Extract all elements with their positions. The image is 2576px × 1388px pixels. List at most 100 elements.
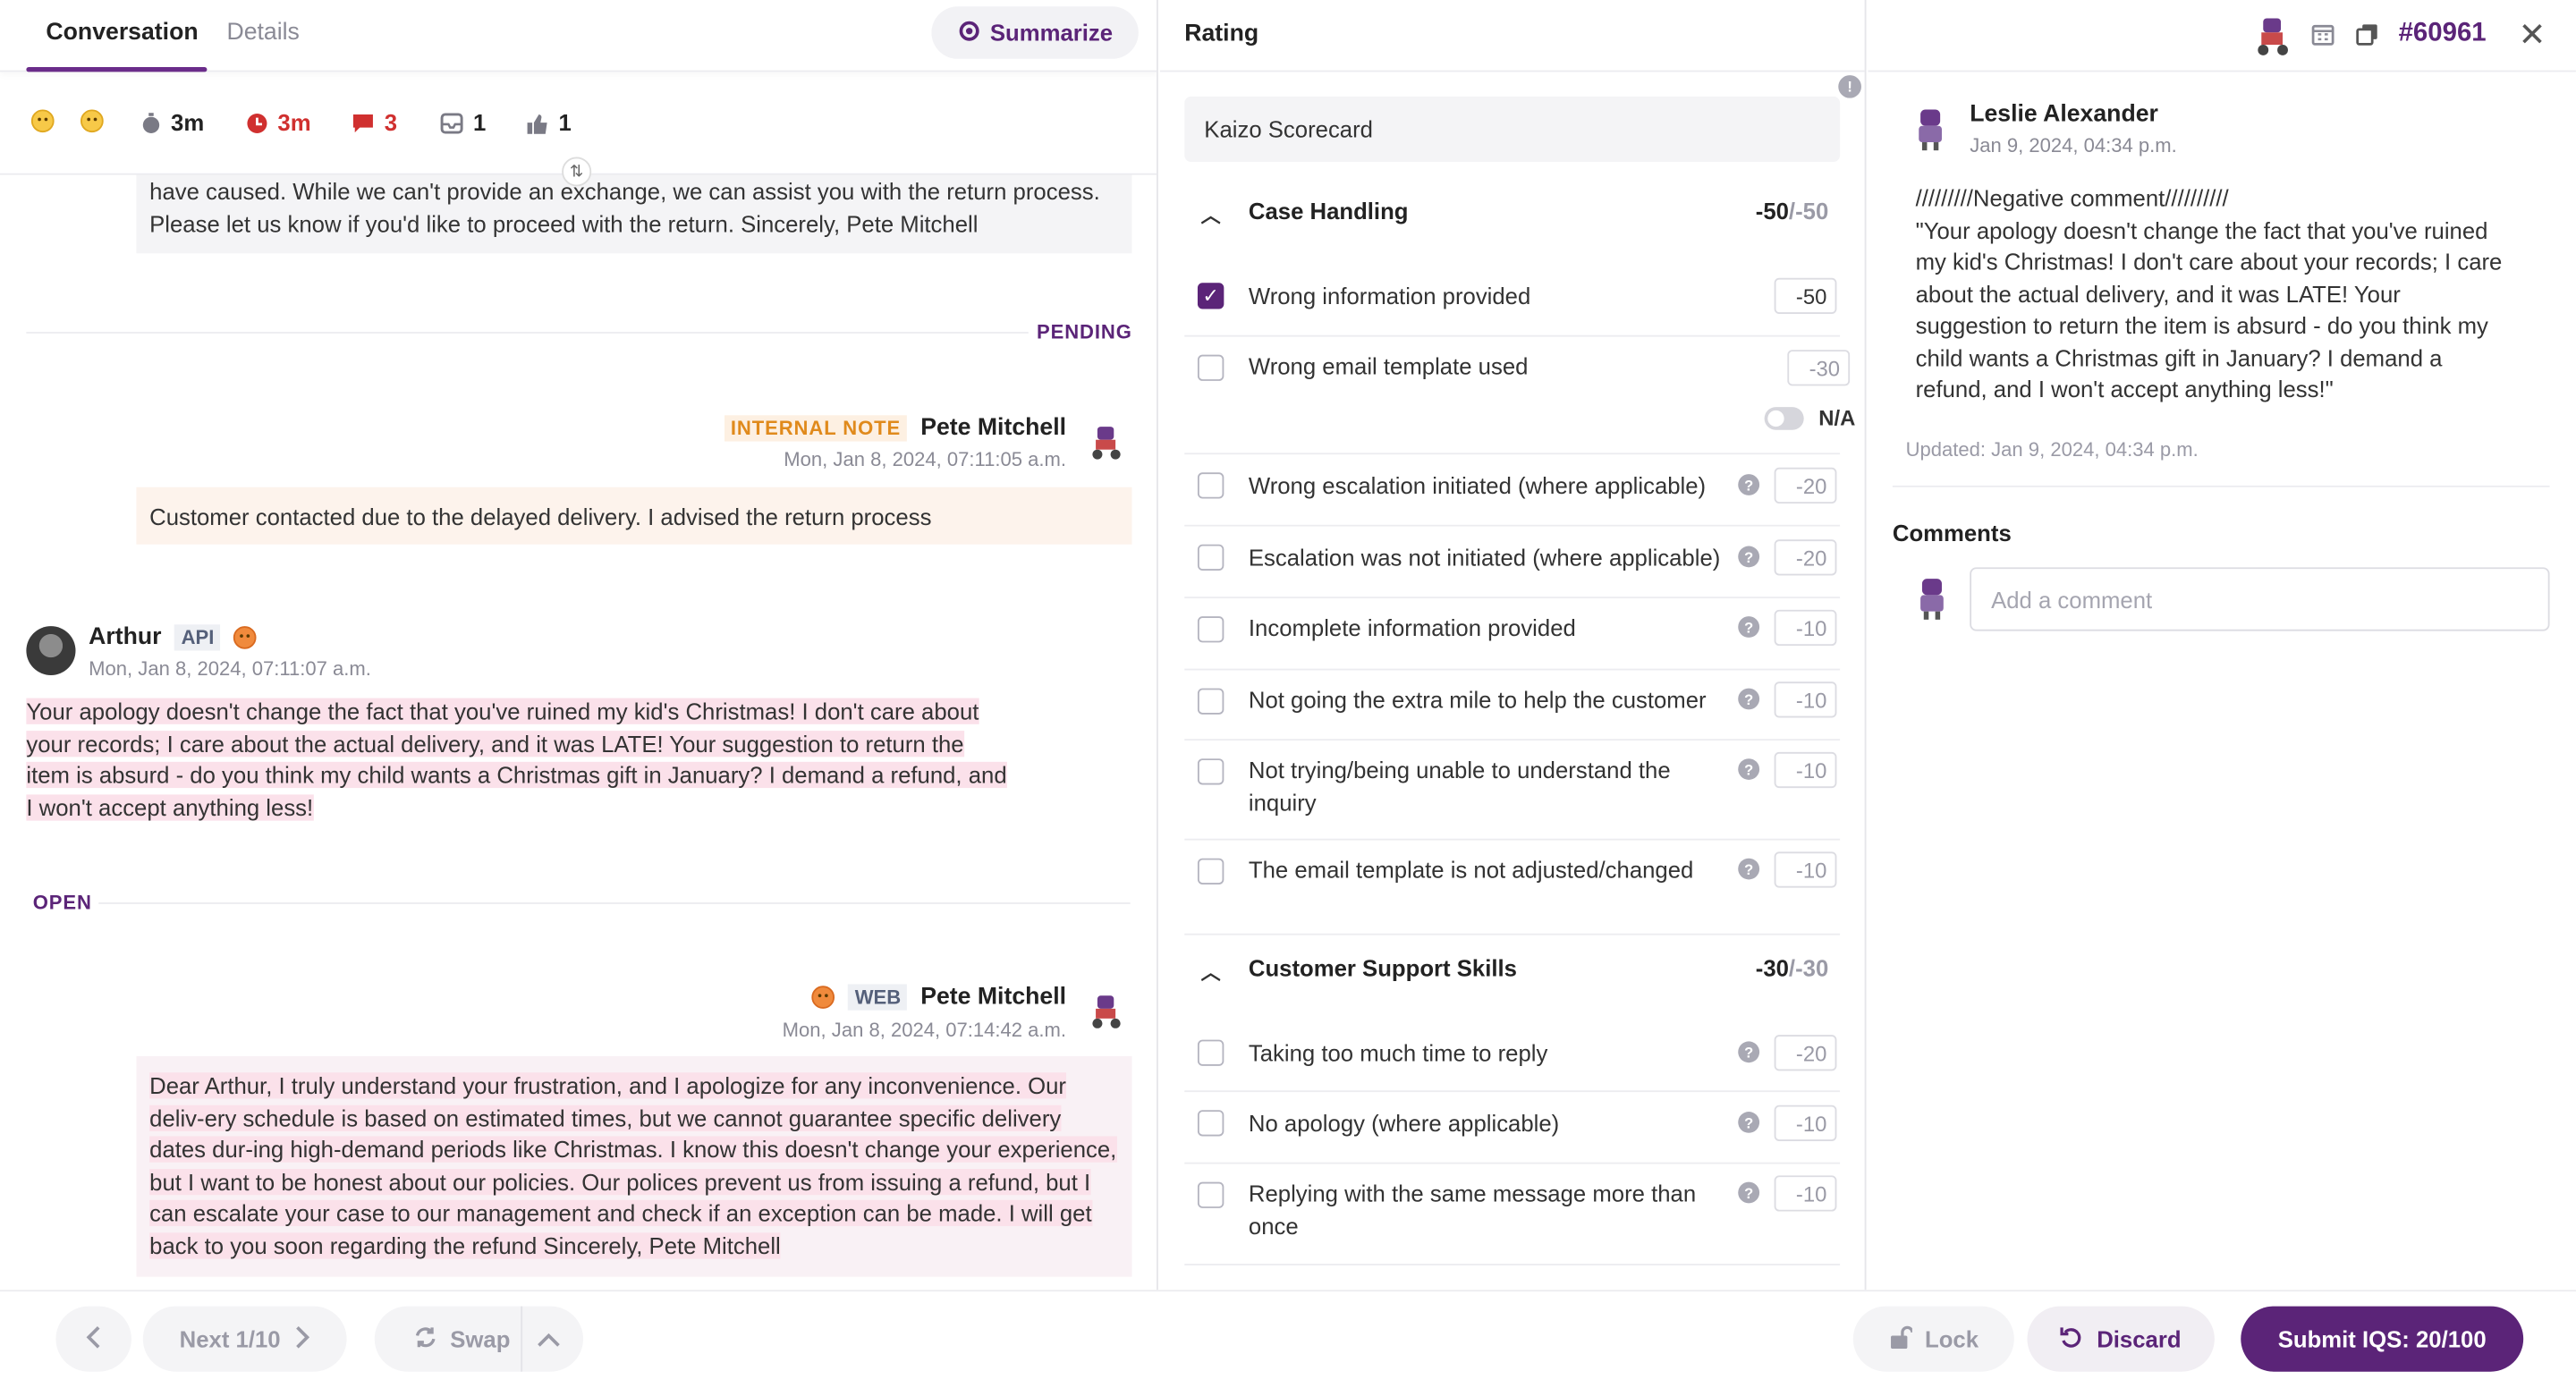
criterion-row[interactable]: No apology (where applicable) ? -10 xyxy=(1184,1092,1841,1164)
criterion-label: Taking too much time to reply xyxy=(1248,1039,1548,1066)
criterion-checkbox[interactable] xyxy=(1197,1039,1224,1066)
section-title: Case Handling xyxy=(1248,198,1409,224)
lock-button[interactable]: Lock xyxy=(1852,1306,2014,1372)
criterion-row[interactable]: Not trying/being unable to understand th… xyxy=(1184,741,1841,841)
messages-count: 3 xyxy=(384,109,398,136)
agent-avatar xyxy=(2249,13,2294,64)
criterion-points[interactable]: -10 xyxy=(1774,851,1837,888)
criterion-checkbox[interactable] xyxy=(1197,1110,1224,1137)
note-author: Pete Mitchell xyxy=(920,415,1067,442)
previous-button[interactable] xyxy=(55,1306,131,1372)
rating-pane: Rating ! Kaizo Scorecard ︿ Case Handling… xyxy=(1159,0,1867,1291)
help-icon[interactable]: ? xyxy=(1738,858,1760,880)
criterion-row[interactable]: Wrong escalation initiated (where applic… xyxy=(1184,454,1841,527)
calendar-icon[interactable] xyxy=(2311,23,2334,51)
submit-iqs-button[interactable]: Submit IQS: 20/100 xyxy=(2241,1306,2524,1372)
active-tab-indicator xyxy=(26,66,208,72)
swap-label: Swap xyxy=(450,1325,511,1352)
tab-conversation[interactable]: Conversation xyxy=(46,20,198,46)
section-title: Customer Support Skills xyxy=(1248,954,1517,981)
criterion-row[interactable]: Incomplete information provided ? -10 xyxy=(1184,598,1841,671)
swap-icon xyxy=(414,1325,437,1353)
help-icon[interactable]: ? xyxy=(1738,1112,1760,1133)
help-icon[interactable]: ? xyxy=(1738,758,1760,780)
internal-note-badge: INTERNAL NOTE xyxy=(724,415,908,442)
comments-pane: #60961 ✕ Leslie Alexander Jan 9, 2024, 0… xyxy=(1868,0,2576,1291)
copy-icon[interactable] xyxy=(2356,23,2379,51)
na-toggle[interactable] xyxy=(1764,407,1804,430)
discard-button[interactable]: Discard xyxy=(2027,1306,2215,1372)
help-icon[interactable]: ? xyxy=(1738,1041,1760,1063)
comment-updated: Updated: Jan 9, 2024, 04:34 p.m. xyxy=(1905,437,2199,461)
criterion-checkbox[interactable]: ✓ xyxy=(1197,283,1224,309)
section-case-handling[interactable]: ︿ Case Handling -50/-50 xyxy=(1184,198,1840,231)
criterion-points[interactable]: -10 xyxy=(1774,751,1837,789)
discard-label: Discard xyxy=(2097,1325,2182,1352)
status-divider xyxy=(26,332,1029,334)
criterion-points[interactable]: -20 xyxy=(1774,1035,1837,1071)
criterion-points[interactable]: -20 xyxy=(1774,467,1837,504)
criterion-label: The email template is not adjusted/chang… xyxy=(1248,856,1694,884)
customer-header: Arthur API xyxy=(89,624,258,651)
customer-name: Arthur xyxy=(89,624,162,651)
criterion-row[interactable]: Taking too much time to reply ? -20 xyxy=(1184,1017,1841,1093)
criterion-checkbox[interactable] xyxy=(1197,472,1224,499)
criterion-checkbox[interactable] xyxy=(1197,354,1224,381)
section-customer-support-skills[interactable]: ︿ Customer Support Skills -30/-30 xyxy=(1184,955,1840,988)
rating-title: Rating xyxy=(1184,21,1259,48)
criterion-checkbox[interactable] xyxy=(1197,616,1224,643)
criterion-row[interactable]: Not going the extra mile to help the cus… xyxy=(1184,670,1841,741)
sort-order-icon[interactable]: ⇅ xyxy=(562,157,592,187)
next-button[interactable]: Next 1/10 xyxy=(142,1306,347,1372)
criterion-row[interactable]: Escalation was not initiated (where appl… xyxy=(1184,527,1841,599)
help-icon[interactable]: ? xyxy=(1738,474,1760,495)
summarize-button[interactable]: Summarize xyxy=(931,6,1139,59)
reply-header: WEB Pete Mitchell xyxy=(811,984,1066,1011)
criterion-row[interactable]: ✓ Wrong information provided -50 xyxy=(1184,260,1841,337)
criterion-points[interactable]: -10 xyxy=(1774,609,1837,647)
tab-details[interactable]: Details xyxy=(226,20,299,46)
criterion-checkbox[interactable] xyxy=(1197,688,1224,715)
help-icon[interactable]: ? xyxy=(1738,546,1760,568)
criterion-row[interactable]: The email template is not adjusted/chang… xyxy=(1184,841,1841,935)
customer-message: Your apology doesn't change the fact tha… xyxy=(26,697,1012,825)
agent-reply-message: Dear Arthur, I truly understand your fru… xyxy=(136,1055,1132,1277)
criterion-points[interactable]: -10 xyxy=(1774,1175,1837,1212)
reply-timestamp: Mon, Jan 8, 2024, 07:14:42 a.m. xyxy=(782,1018,1067,1042)
help-icon[interactable]: ? xyxy=(1738,1181,1760,1204)
info-icon[interactable]: ! xyxy=(1838,75,1861,98)
resolution-time-stat: 3m xyxy=(247,109,311,136)
chevron-right-icon xyxy=(293,1325,309,1353)
ticket-id[interactable]: #60961 xyxy=(2399,20,2487,49)
close-icon[interactable]: ✕ xyxy=(2519,14,2546,55)
swap-divider xyxy=(521,1306,523,1372)
criterion-checkbox[interactable] xyxy=(1197,758,1224,785)
tickets-count: 1 xyxy=(472,109,487,136)
inbox-icon xyxy=(440,112,463,133)
criterion-checkbox[interactable] xyxy=(1197,858,1224,884)
comment-timestamp: Jan 9, 2024, 04:34 p.m. xyxy=(1970,133,2177,157)
criterion-points[interactable]: -10 xyxy=(1774,1104,1837,1141)
ticket-header: #60961 ✕ xyxy=(1868,0,2576,72)
scorecard-select[interactable]: Kaizo Scorecard xyxy=(1184,96,1841,162)
help-icon[interactable]: ? xyxy=(1738,688,1760,710)
criterion-label: Escalation was not initiated (where appl… xyxy=(1248,544,1721,571)
rating-header: Rating xyxy=(1159,0,1865,72)
add-comment-input[interactable]: Add a comment xyxy=(1970,567,2550,631)
criterion-points[interactable]: -50 xyxy=(1774,277,1837,314)
help-icon[interactable]: ? xyxy=(1738,616,1760,638)
criterion-label: Wrong email template used xyxy=(1248,352,1529,380)
criterion-checkbox[interactable] xyxy=(1197,544,1224,571)
criterion-points[interactable]: -20 xyxy=(1774,539,1837,576)
criterion-points[interactable]: -10 xyxy=(1774,681,1837,718)
criterion-points[interactable]: -30 xyxy=(1787,350,1851,386)
current-user-avatar xyxy=(1914,575,1950,626)
criterion-checkbox[interactable] xyxy=(1197,1181,1224,1208)
chevron-up-icon[interactable] xyxy=(538,1327,561,1353)
section-score: -50/-50 xyxy=(1755,198,1829,224)
criterion-row[interactable]: Wrong email template used -30 N/A xyxy=(1184,337,1855,455)
criterion-row[interactable]: Replying with the same message more than… xyxy=(1184,1164,1841,1265)
note-timestamp: Mon, Jan 8, 2024, 07:11:05 a.m. xyxy=(784,447,1067,471)
criterion-label: Replying with the same message more than… xyxy=(1248,1180,1697,1240)
action-footer: Next 1/10 Swap Lock Discard Submit IQS: … xyxy=(0,1290,2576,1388)
